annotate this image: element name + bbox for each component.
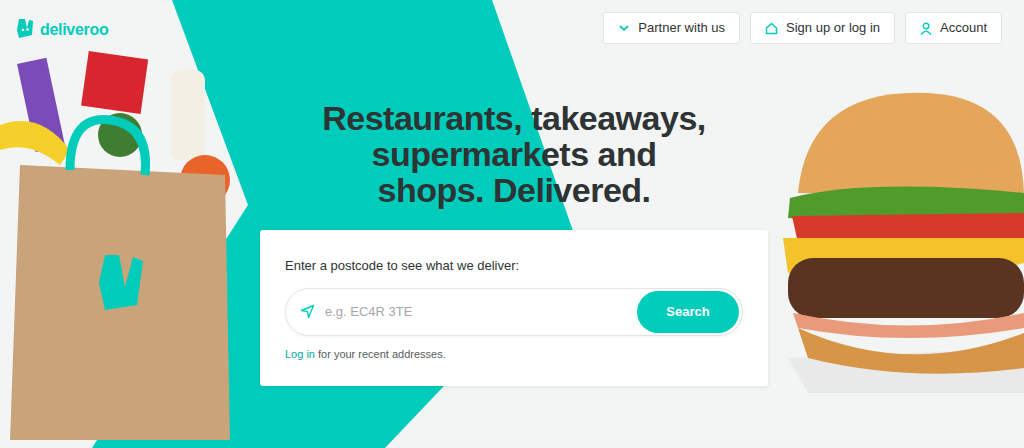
search-field: Search (285, 288, 743, 336)
partner-label: Partner with us (638, 18, 725, 38)
header: deliveroo Partner with us Sign up or log… (0, 0, 1024, 44)
hero: Restaurants, takeaways,supermarkets ands… (0, 100, 1024, 386)
search-button[interactable]: Search (637, 291, 739, 333)
person-icon (920, 22, 932, 35)
nav: Partner with us Sign up or log in Accoun… (603, 12, 1002, 44)
home-icon (765, 22, 778, 35)
kangaroo-logo-icon (14, 19, 34, 41)
account-button[interactable]: Account (905, 12, 1002, 44)
login-hint-text: for your recent addresses. (318, 346, 446, 363)
page: deliveroo Partner with us Sign up or log… (0, 0, 1024, 448)
logo[interactable]: deliveroo (14, 18, 108, 42)
headline-line: supermarkets and (322, 136, 705, 172)
content: deliveroo Partner with us Sign up or log… (0, 0, 1024, 448)
login-hint: Log in for your recent addresses. (285, 346, 743, 363)
signup-label: Sign up or log in (786, 18, 880, 38)
login-link[interactable]: Log in (285, 346, 315, 363)
logo-text: deliveroo (40, 18, 108, 42)
account-label: Account (940, 18, 987, 38)
search-card: Enter a postcode to see what we deliver:… (260, 230, 768, 386)
headline: Restaurants, takeaways,supermarkets ands… (322, 100, 705, 208)
signup-button[interactable]: Sign up or log in (750, 12, 895, 44)
postcode-input[interactable] (325, 302, 637, 322)
chevron-down-icon (618, 22, 630, 34)
grocery-bag-picture-icon (0, 40, 245, 445)
search-label: Enter a postcode to see what we deliver: (285, 256, 743, 276)
headline-line: Restaurants, takeaways, (322, 100, 705, 136)
location-arrow-icon (300, 304, 315, 319)
partner-button[interactable]: Partner with us (603, 12, 740, 44)
headline-line: shops. Delivered. (322, 172, 705, 208)
burger-picture-icon (768, 88, 1024, 393)
